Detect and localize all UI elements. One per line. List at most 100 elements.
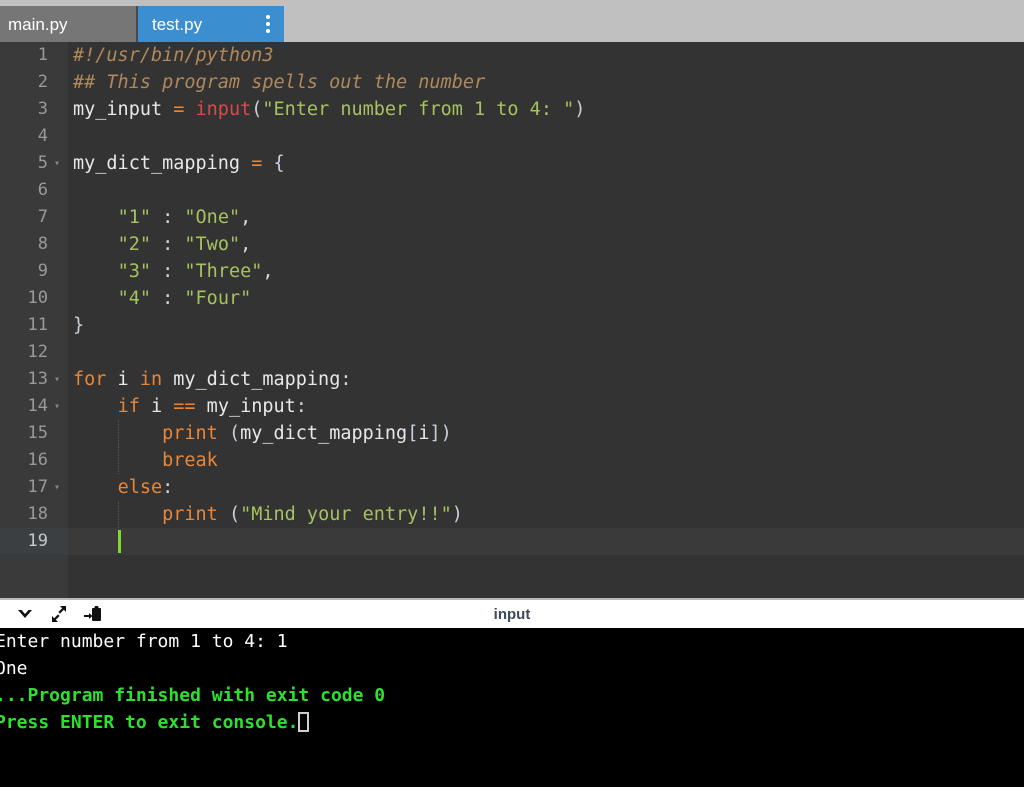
code-token: [: [407, 423, 419, 444]
code-token: "2": [117, 234, 151, 255]
code-line[interactable]: else:: [68, 474, 1024, 501]
code-line[interactable]: "1" : "One",: [68, 204, 1024, 231]
indent-guide: [117, 447, 119, 474]
console-line: One: [0, 655, 1024, 682]
code-line[interactable]: [68, 123, 1024, 150]
line-number-value: 1: [37, 45, 48, 65]
code-token: my_dict_mapping: [73, 153, 252, 174]
line-number: 10▾: [0, 285, 68, 312]
line-number: 14 ▾: [0, 393, 68, 420]
code-line[interactable]: ## This program spells out the number: [68, 69, 1024, 96]
code-content-area[interactable]: #!/usr/bin/python3 ## This program spells…: [68, 42, 1024, 598]
console-line-text: Enter number from 1 to 4: 1: [0, 631, 288, 652]
tab-options-menu-icon[interactable]: [240, 15, 270, 33]
code-token: {: [273, 153, 285, 174]
code-token: =: [251, 153, 263, 174]
console-line-text: One: [0, 658, 28, 679]
code-token: :: [162, 477, 174, 498]
maximize-console-button[interactable]: [42, 601, 76, 627]
editor-tab-main-py[interactable]: main.py: [0, 6, 136, 42]
code-line[interactable]: [68, 339, 1024, 366]
code-token: my_input: [195, 396, 296, 417]
indent-guide: [117, 420, 119, 447]
console-cursor: [298, 712, 310, 732]
code-line[interactable]: "3" : "Three",: [68, 258, 1024, 285]
code-token: :: [150, 288, 185, 309]
code-line[interactable]: break: [68, 447, 1024, 474]
code-token: my_input: [73, 99, 174, 120]
code-fold-arrow-icon[interactable]: ▾: [50, 393, 64, 420]
code-token: "Enter number from 1 to 4: ": [262, 99, 575, 120]
line-number-value: 13: [27, 369, 48, 389]
code-line[interactable]: "4" : "Four": [68, 285, 1024, 312]
code-token: in: [139, 369, 163, 390]
line-number: 11▾: [0, 312, 68, 339]
code-line[interactable]: #!/usr/bin/python3: [68, 42, 1024, 69]
code-token: "One": [184, 207, 241, 228]
line-number: 7▾: [0, 204, 68, 231]
code-line[interactable]: }: [68, 312, 1024, 339]
line-number-value: 8: [37, 234, 48, 254]
code-fold-arrow-icon[interactable]: ▾: [50, 474, 64, 501]
code-line[interactable]: print (my_dict_mapping[i]): [68, 420, 1024, 447]
code-token: ,: [240, 234, 252, 255]
code-line[interactable]: print ("Mind your entry!!"): [68, 501, 1024, 528]
code-line[interactable]: if i == my_input:: [68, 393, 1024, 420]
code-line[interactable]: [68, 177, 1024, 204]
code-editor[interactable]: 1▾2▾3▾4▾5▾6▾7▾8▾9▾10▾11▾12▾13▾14▾15▾16▾1…: [0, 42, 1024, 598]
code-token: i: [106, 369, 140, 390]
console-title: input: [493, 605, 531, 623]
code-line[interactable]: for i in my_dict_mapping:: [68, 366, 1024, 393]
code-token: (: [228, 423, 241, 444]
code-fold-arrow-icon[interactable]: ▾: [50, 150, 64, 177]
line-number-value: 19: [27, 531, 48, 551]
code-token: ]: [429, 423, 441, 444]
code-line[interactable]: my_dict_mapping = {: [68, 150, 1024, 177]
code-token: "Mind your entry!!": [240, 504, 452, 525]
paste-icon: [84, 606, 101, 621]
editor-tab-bar: main.py test.py: [0, 0, 1024, 42]
code-token: "1": [117, 207, 151, 228]
editor-tab-test-py[interactable]: test.py: [136, 6, 284, 42]
line-number: 8▾: [0, 231, 68, 258]
line-number: 18▾: [0, 501, 68, 528]
code-token: :: [150, 234, 185, 255]
code-line[interactable]: [68, 528, 1024, 555]
line-number-value: 4: [37, 126, 48, 146]
line-number-value: 5: [37, 153, 48, 173]
console-line-text: ...Program finished with exit code 0: [0, 685, 386, 706]
code-token: :: [295, 396, 307, 417]
paste-to-console-button[interactable]: [76, 601, 110, 627]
expand-arrows-icon: [52, 606, 66, 622]
code-line[interactable]: my_input = input("Enter number from 1 to…: [68, 96, 1024, 123]
code-fold-arrow-icon[interactable]: ▾: [50, 366, 64, 393]
code-line[interactable]: "2" : "Two",: [68, 231, 1024, 258]
line-number: 3▾: [0, 96, 68, 123]
line-number-gutter: 1▾2▾3▾4▾5▾6▾7▾8▾9▾10▾11▾12▾13▾14▾15▾16▾1…: [0, 42, 68, 598]
code-token: "Three": [184, 261, 263, 282]
code-token: ): [440, 423, 452, 444]
console-output[interactable]: Enter number from 1 to 4: 1 One ...Program…: [0, 628, 1024, 787]
line-number: 1▾: [0, 42, 68, 69]
line-number: 19▾: [0, 528, 68, 555]
chevron-down-icon: [18, 610, 32, 618]
code-token: ): [574, 99, 586, 120]
line-number-value: 18: [27, 504, 48, 524]
line-number-value: 3: [37, 99, 48, 119]
collapse-console-button[interactable]: [8, 601, 42, 627]
line-number: 16▾: [0, 447, 68, 474]
code-token: print: [162, 504, 218, 525]
code-token: my_dict_mapping: [162, 369, 341, 390]
code-token: "4": [117, 288, 151, 309]
code-token: #!/usr/bin/python3: [73, 45, 274, 66]
console-line-text: Press ENTER to exit console.: [0, 712, 299, 733]
